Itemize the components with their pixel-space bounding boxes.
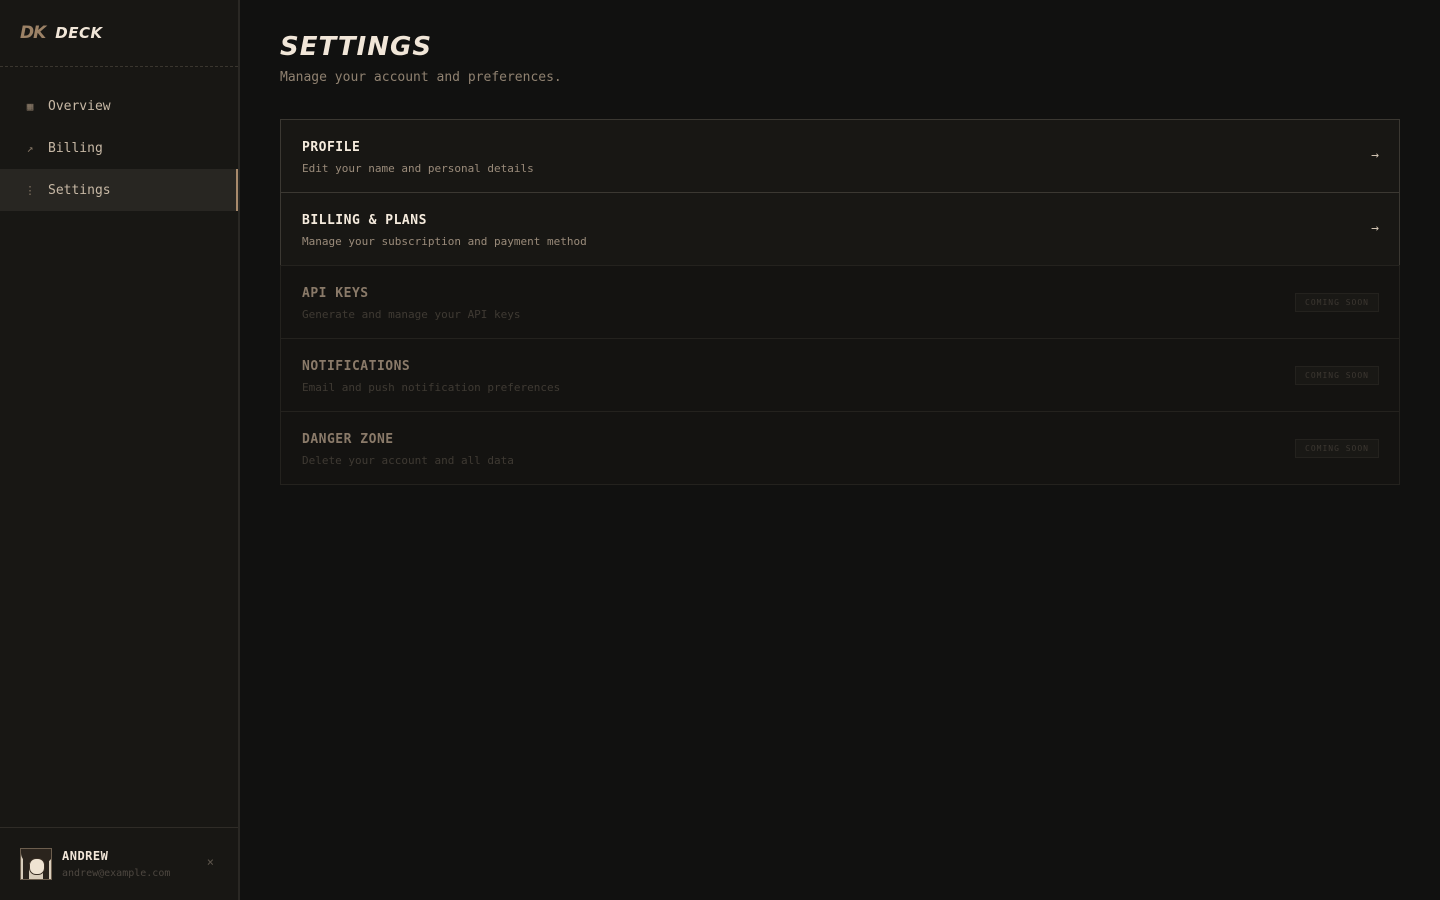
main-content: SETTINGS Manage your account and prefere… <box>240 0 1440 900</box>
sidebar-item-label: Settings <box>48 182 111 198</box>
user-panel: ANDREW andrew@example.com × <box>0 827 238 900</box>
card-title: DANGER ZONE <box>302 432 394 447</box>
trend-arrow-icon: ↗ <box>26 141 34 155</box>
coming-soon-badge: COMING SOON <box>1295 366 1379 385</box>
settings-card-notifications: NOTIFICATIONS Email and push notificatio… <box>280 338 1400 412</box>
card-title: PROFILE <box>302 140 361 155</box>
settings-card-danger-zone: DANGER ZONE Delete your account and all … <box>280 411 1400 485</box>
dots-vertical-icon: ⋮ <box>24 183 36 197</box>
brand[interactable]: DK DECK <box>0 0 238 67</box>
card-description: Edit your name and personal details <box>302 162 534 175</box>
card-description: Manage your subscription and payment met… <box>302 235 587 248</box>
sidebar-item-label: Overview <box>48 98 111 114</box>
card-description: Generate and manage your API keys <box>302 308 521 321</box>
card-description: Email and push notification preferences <box>302 381 561 394</box>
sidebar-item-overview[interactable]: ▦ Overview <box>0 85 238 127</box>
settings-card-billing-plans[interactable]: BILLING & PLANS Manage your subscription… <box>280 192 1400 266</box>
sidebar-item-billing[interactable]: ↗ Billing <box>0 127 238 169</box>
user-name: ANDREW <box>62 849 109 863</box>
close-icon[interactable]: × <box>207 855 214 869</box>
card-title: BILLING & PLANS <box>302 213 427 228</box>
sidebar-item-settings[interactable]: ⋮ Settings <box>0 169 238 211</box>
arrow-right-icon: → <box>1371 221 1379 236</box>
card-title: API KEYS <box>302 286 369 301</box>
settings-list: PROFILE Edit your name and personal deta… <box>280 119 1400 485</box>
sidebar-nav: ▦ Overview ↗ Billing ⋮ Settings <box>0 85 238 211</box>
user-email: andrew@example.com <box>62 868 171 879</box>
settings-card-profile[interactable]: PROFILE Edit your name and personal deta… <box>280 119 1400 193</box>
user-info: ANDREW andrew@example.com <box>62 849 170 879</box>
avatar[interactable] <box>20 848 52 880</box>
card-description: Delete your account and all data <box>302 454 514 467</box>
coming-soon-badge: COMING SOON <box>1295 293 1379 312</box>
sidebar: DK DECK ▦ Overview ↗ Billing ⋮ Settings … <box>0 0 240 900</box>
brand-logo-mark: DK <box>20 23 46 43</box>
brand-name: DECK <box>55 24 103 42</box>
arrow-right-icon: → <box>1371 148 1379 163</box>
chart-icon: ▦ <box>26 99 34 113</box>
card-title: NOTIFICATIONS <box>302 359 411 374</box>
sidebar-item-label: Billing <box>48 140 103 156</box>
settings-card-api-keys: API KEYS Generate and manage your API ke… <box>280 265 1400 339</box>
page-title: SETTINGS <box>280 32 433 62</box>
page-subtitle: Manage your account and preferences. <box>280 70 562 85</box>
coming-soon-badge: COMING SOON <box>1295 439 1379 458</box>
